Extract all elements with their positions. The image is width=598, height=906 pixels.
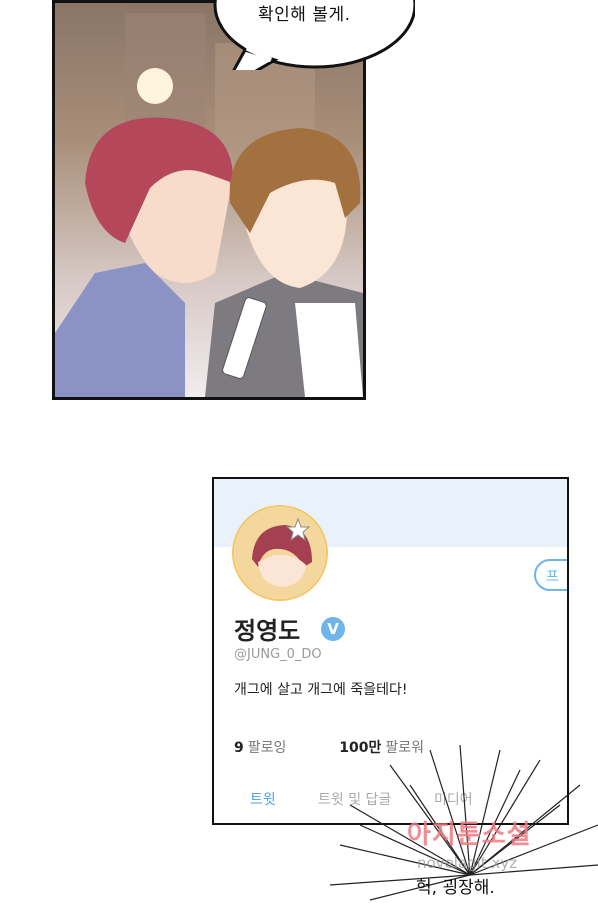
- watermark-url: novelagit.xyz: [417, 854, 518, 872]
- watermark-site-name: 아지툰소설: [407, 820, 532, 850]
- tab-tweets[interactable]: 트윗: [250, 789, 276, 809]
- exclamation-text: 헉, 굉장해.: [416, 878, 495, 898]
- following-label: 팔로잉: [247, 740, 287, 756]
- verified-badge-icon: V: [321, 617, 345, 641]
- following-stat[interactable]: 9 팔로잉: [234, 740, 286, 756]
- profile-avatar[interactable]: [232, 505, 328, 601]
- profile-handle: @JUNG_0_DO: [234, 647, 322, 662]
- profile-edit-button[interactable]: 프: [534, 559, 567, 591]
- left-character-shirt: [55, 263, 185, 397]
- profile-bio: 개그에 살고 개그에 죽을테다!: [234, 682, 408, 698]
- speech-bubble-text: 확인해 볼게.: [258, 5, 351, 25]
- profile-name: 정영도: [234, 617, 301, 645]
- avatar-illustration: [234, 507, 326, 599]
- following-count: 9: [234, 740, 244, 756]
- lamp: [137, 68, 173, 104]
